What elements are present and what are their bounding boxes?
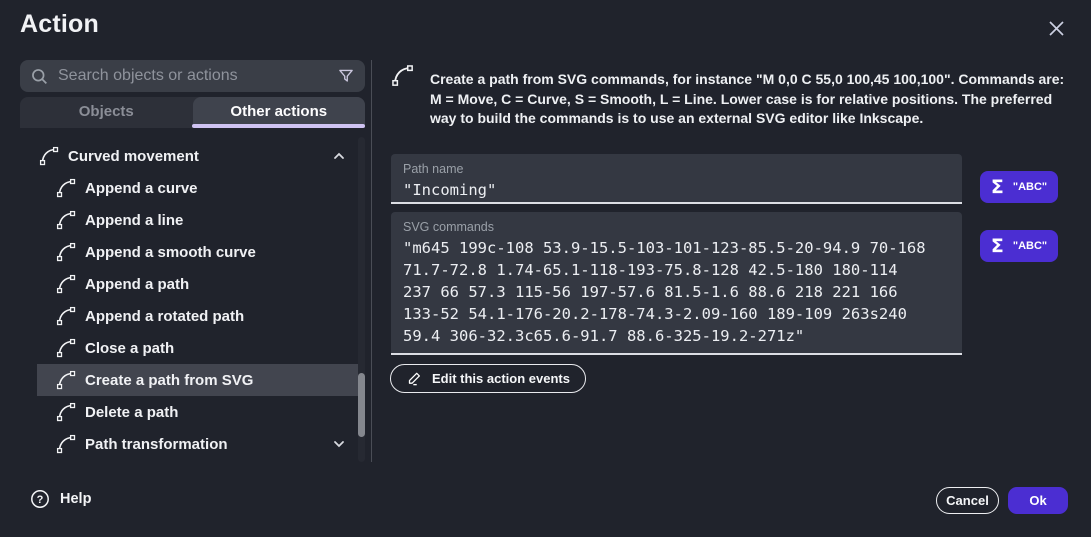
page-title: Action <box>20 10 99 39</box>
expression-builder-button[interactable]: Σ "ABC" <box>980 171 1058 203</box>
tab-selected-underline <box>192 124 365 128</box>
path-name-field[interactable]: Path name "Incoming" <box>391 154 962 204</box>
list-item-label: Append a curve <box>85 180 198 197</box>
help-label: Help <box>60 491 91 507</box>
curve-icon <box>38 145 60 167</box>
list-item-selected[interactable]: Create a path from SVG <box>37 364 359 396</box>
list-item[interactable]: Append a curve <box>37 172 359 204</box>
pencil-icon <box>406 370 423 387</box>
field-label: Path name <box>403 162 950 176</box>
search-icon <box>30 67 49 86</box>
edit-action-events-button[interactable]: Edit this action events <box>390 364 586 393</box>
sigma-icon: Σ <box>991 176 1004 198</box>
list-item[interactable]: Append a line <box>37 204 359 236</box>
tab-other-actions[interactable]: Other actions <box>193 97 366 125</box>
scrollbar-thumb[interactable] <box>358 373 365 437</box>
curve-icon <box>55 273 77 295</box>
chevron-down-icon[interactable] <box>332 437 346 451</box>
actions-list: Curved movement Append a curve Append a … <box>37 140 359 460</box>
curve-icon <box>55 401 77 423</box>
tab-objects[interactable]: Objects <box>20 97 193 125</box>
edit-events-label: Edit this action events <box>432 371 570 386</box>
curve-icon <box>55 241 77 263</box>
curve-icon <box>55 209 77 231</box>
list-item[interactable]: Append a rotated path <box>37 300 359 332</box>
list-item-group[interactable]: Path transformation <box>37 428 359 460</box>
list-item-label: Append a smooth curve <box>85 244 256 261</box>
cancel-button[interactable]: Cancel <box>936 487 999 514</box>
question-circle-icon: ? <box>30 489 50 509</box>
field-label: SVG commands <box>403 220 950 234</box>
sigma-icon: Σ <box>991 235 1004 257</box>
list-item[interactable]: Delete a path <box>37 396 359 428</box>
expression-abc-label: "ABC" <box>1013 240 1047 252</box>
curve-icon <box>390 63 415 88</box>
curve-icon <box>55 433 77 455</box>
svg-text:?: ? <box>37 494 44 506</box>
expression-abc-label: "ABC" <box>1013 181 1047 193</box>
list-item-group[interactable]: Curved movement <box>37 140 359 172</box>
list-item-label: Delete a path <box>85 404 178 421</box>
list-item-label: Append a line <box>85 212 183 229</box>
curve-icon <box>55 337 77 359</box>
list-item-label: Path transformation <box>85 436 228 453</box>
help-button[interactable]: ? Help <box>30 489 91 509</box>
list-item-label: Create a path from SVG <box>85 372 253 389</box>
path-name-value[interactable]: "Incoming" <box>403 179 950 201</box>
search-box <box>20 60 365 92</box>
close-icon[interactable] <box>1041 13 1071 43</box>
list-item-label: Append a path <box>85 276 189 293</box>
list-item[interactable]: Append a path <box>37 268 359 300</box>
search-input[interactable] <box>58 67 337 85</box>
svg-commands-field[interactable]: SVG commands "m645 199c-108 53.9-15.5-10… <box>391 212 962 355</box>
list-item[interactable]: Close a path <box>37 332 359 364</box>
svg-commands-value[interactable]: "m645 199c-108 53.9-15.5-103-101-123-85.… <box>403 237 950 347</box>
action-description: Create a path from SVG commands, for ins… <box>430 70 1070 129</box>
expression-builder-button[interactable]: Σ "ABC" <box>980 230 1058 262</box>
filter-icon[interactable] <box>337 67 355 85</box>
list-item-label: Curved movement <box>68 148 199 165</box>
curve-icon <box>55 369 77 391</box>
curve-icon <box>55 305 77 327</box>
list-item-label: Append a rotated path <box>85 308 244 325</box>
ok-button[interactable]: Ok <box>1008 487 1068 514</box>
chevron-up-icon[interactable] <box>332 149 346 163</box>
panel-divider <box>371 60 372 462</box>
list-item-label: Close a path <box>85 340 174 357</box>
curve-icon <box>55 177 77 199</box>
list-item[interactable]: Append a smooth curve <box>37 236 359 268</box>
